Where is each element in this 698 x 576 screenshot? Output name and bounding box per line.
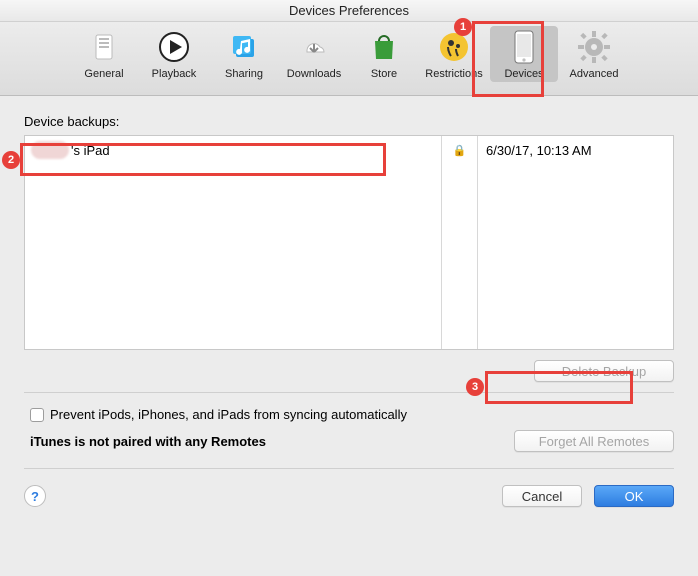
- table-row: 🔒: [442, 136, 477, 164]
- toolbar-label: Advanced: [570, 68, 619, 80]
- prevent-sync-checkbox[interactable]: [30, 408, 44, 422]
- cancel-button[interactable]: Cancel: [502, 485, 582, 507]
- toolbar-label: Store: [371, 68, 397, 80]
- toolbar-restrictions[interactable]: Restrictions: [420, 26, 488, 82]
- toolbar-label: Downloads: [287, 68, 341, 80]
- backup-name: 's iPad: [71, 143, 110, 158]
- device-backups-heading: Device backups:: [24, 114, 674, 129]
- toolbar-label: Restrictions: [425, 68, 482, 80]
- backups-lock-column: 🔒: [442, 136, 478, 349]
- prevent-sync-label: Prevent iPods, iPhones, and iPads from s…: [50, 407, 407, 422]
- phone-icon: [507, 30, 541, 64]
- forget-all-remotes-button[interactable]: Forget All Remotes: [514, 430, 674, 452]
- toolbar-label: Playback: [152, 68, 197, 80]
- play-icon: [157, 30, 191, 64]
- toolbar-playback[interactable]: Playback: [140, 26, 208, 82]
- help-button[interactable]: ?: [24, 485, 46, 507]
- music-sharing-icon: [227, 30, 261, 64]
- backups-table[interactable]: 's iPad 🔒 6/30/17, 10:13 AM: [24, 135, 674, 350]
- slider-icon: [87, 30, 121, 64]
- table-row: 6/30/17, 10:13 AM: [478, 136, 673, 164]
- cloud-download-icon: [297, 30, 331, 64]
- shopping-bag-icon: [367, 30, 401, 64]
- toolbar-general[interactable]: General: [70, 26, 138, 82]
- prevent-sync-row[interactable]: Prevent iPods, iPhones, and iPads from s…: [30, 407, 674, 422]
- ok-button[interactable]: OK: [594, 485, 674, 507]
- toolbar-label: General: [84, 68, 123, 80]
- toolbar-label: Sharing: [225, 68, 263, 80]
- toolbar-devices[interactable]: Devices: [490, 26, 558, 82]
- preferences-window: Devices Preferences General Playback Sha…: [0, 0, 698, 576]
- divider: [24, 392, 674, 393]
- lock-icon: 🔒: [450, 144, 469, 157]
- backup-date: 6/30/17, 10:13 AM: [486, 143, 592, 158]
- parental-icon: [437, 30, 471, 64]
- backups-name-column: 's iPad: [25, 136, 442, 349]
- delete-backup-button[interactable]: Delete Backup: [534, 360, 674, 382]
- toolbar-downloads[interactable]: Downloads: [280, 26, 348, 82]
- redacted-text: [31, 141, 69, 159]
- toolbar-store[interactable]: Store: [350, 26, 418, 82]
- toolbar-advanced[interactable]: Advanced: [560, 26, 628, 82]
- gear-icon: [577, 30, 611, 64]
- table-row[interactable]: 's iPad: [25, 136, 441, 164]
- content-area: Device backups: 's iPad 🔒 6/30/17, 10:13…: [0, 96, 698, 517]
- toolbar-sharing[interactable]: Sharing: [210, 26, 278, 82]
- remotes-status: iTunes is not paired with any Remotes: [30, 434, 266, 449]
- backups-date-column: 6/30/17, 10:13 AM: [478, 136, 673, 349]
- window-title: Devices Preferences: [0, 0, 698, 22]
- toolbar-label: Devices: [504, 68, 543, 80]
- toolbar: General Playback Sharing Downloads: [0, 22, 698, 96]
